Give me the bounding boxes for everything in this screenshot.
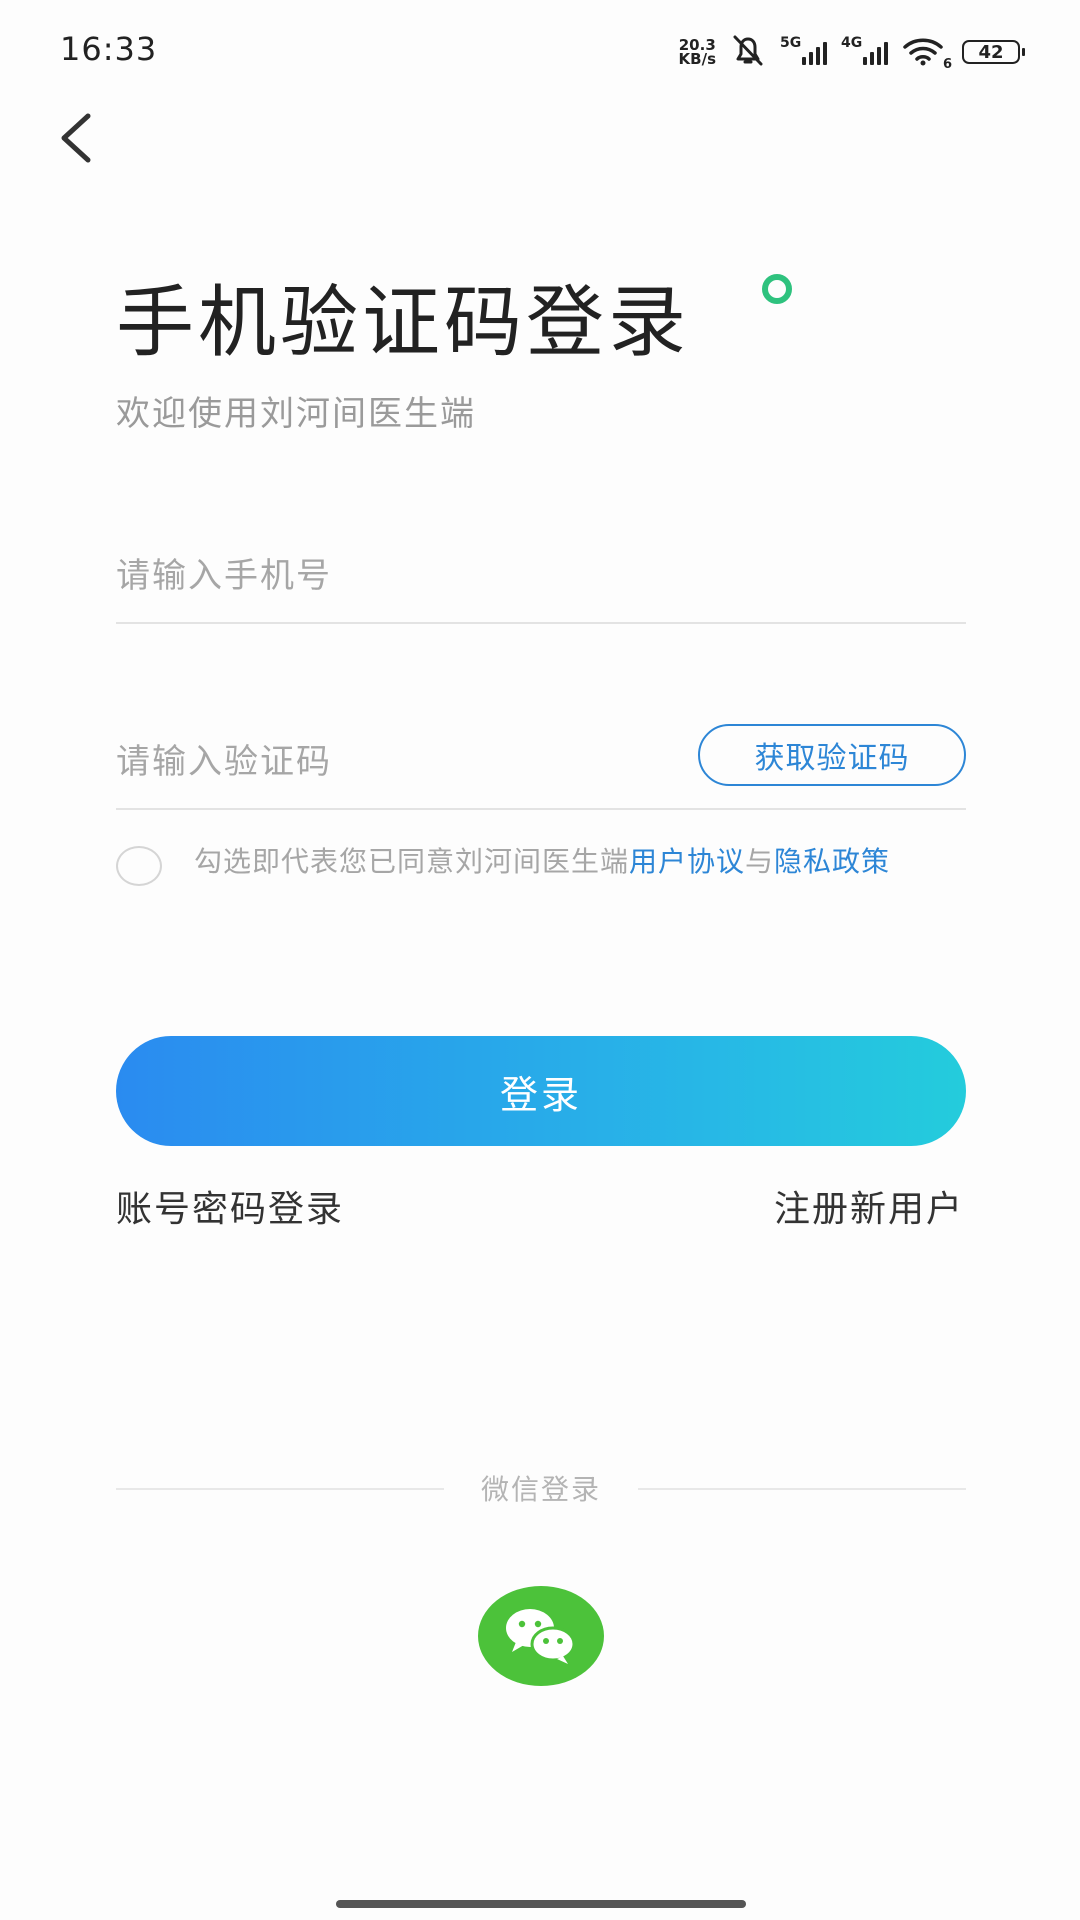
agreement-and: 与 <box>745 845 775 878</box>
wifi-icon: 6 <box>902 36 952 72</box>
privacy-policy-link[interactable]: 隐私政策 <box>774 845 890 878</box>
net-speed-unit: KB/s <box>678 50 716 68</box>
back-button[interactable] <box>50 100 110 170</box>
signal-5g-icon: 5G <box>780 35 827 65</box>
phone-field <box>116 532 966 624</box>
battery-icon: 42 <box>962 40 1025 64</box>
login-screen: 16:33 20.3 KB/s 5G 4G 6 42 手机验证码登录 欢迎使用刘… <box>0 0 1080 1920</box>
title-dot-decoration <box>762 274 792 304</box>
agreement-prefix: 勾选即代表您已同意刘河间医生端 <box>194 845 630 878</box>
page-title: 手机验证码登录 <box>116 278 691 368</box>
signal-4g-label: 4G <box>841 35 863 51</box>
wechat-icon <box>506 1609 576 1664</box>
mute-bell-icon <box>730 33 766 71</box>
wechat-login-label: 微信登录 <box>480 1473 601 1506</box>
agreement-text: 勾选即代表您已同意刘河间医生端用户协议与隐私政策 <box>194 842 954 882</box>
wifi-label: 6 <box>942 57 952 72</box>
agreement-checkbox[interactable] <box>116 846 162 886</box>
phone-input[interactable] <box>116 546 676 606</box>
page-subtitle: 欢迎使用刘河间医生端 <box>116 394 476 434</box>
net-speed: 20.3 KB/s <box>678 38 716 68</box>
divider-left <box>116 1488 444 1490</box>
code-field: 获取验证码 <box>116 718 966 810</box>
status-time: 16:33 <box>60 30 158 68</box>
status-icons: 20.3 KB/s 5G 4G 6 42 <box>678 32 1025 72</box>
signal-5g-label: 5G <box>780 35 802 51</box>
register-link[interactable]: 注册新用户 <box>774 1180 964 1232</box>
login-button[interactable]: 登录 <box>116 1036 966 1146</box>
user-agreement-link[interactable]: 用户协议 <box>629 845 745 878</box>
back-icon <box>61 113 91 163</box>
signal-4g-icon: 4G <box>841 35 888 65</box>
battery-level: 42 <box>978 41 1004 63</box>
password-login-link[interactable]: 账号密码登录 <box>116 1180 344 1232</box>
divider-right <box>638 1488 966 1490</box>
wechat-login-button[interactable] <box>478 1586 604 1686</box>
home-indicator[interactable] <box>336 1900 746 1908</box>
get-code-button[interactable]: 获取验证码 <box>698 724 966 786</box>
code-input[interactable] <box>116 732 676 792</box>
